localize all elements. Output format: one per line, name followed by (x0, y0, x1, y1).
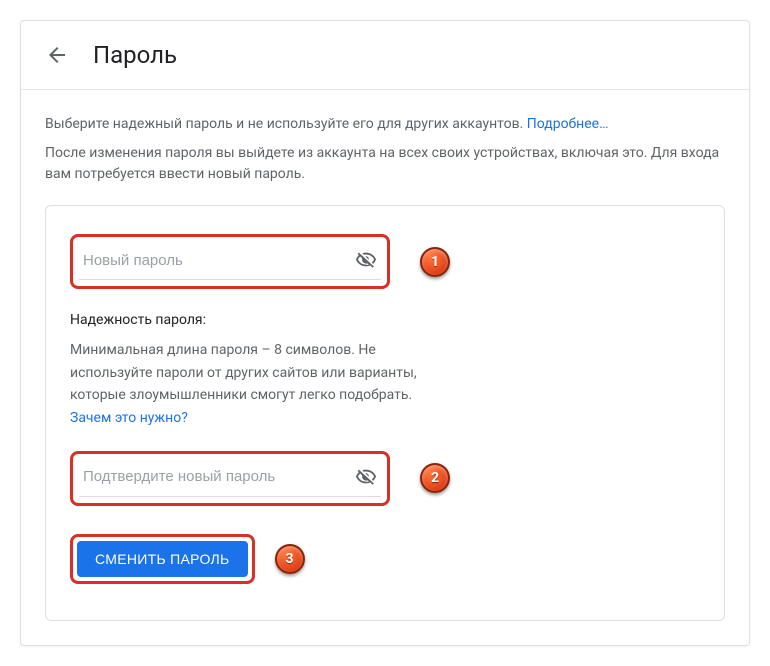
description-line-2: После изменения пароля вы выйдете из акк… (45, 143, 725, 185)
confirm-password-row: 2 (70, 451, 700, 506)
password-page: Пароль Выберите надежный пароль и не исп… (20, 20, 750, 646)
submit-row: СМЕНИТЬ ПАРОЛЬ 3 (70, 534, 700, 584)
submit-button-highlight: СМЕНИТЬ ПАРОЛЬ (70, 534, 255, 584)
new-password-field (79, 243, 381, 280)
callout-marker-1: 1 (420, 247, 450, 277)
page-title: Пароль (93, 41, 177, 69)
change-password-button[interactable]: СМЕНИТЬ ПАРОЛЬ (77, 541, 248, 577)
description-line-1: Выберите надежный пароль и не используйт… (45, 114, 725, 135)
page-content: Выберите надежный пароль и не используйт… (21, 90, 749, 645)
visibility-off-icon[interactable] (355, 466, 377, 488)
confirm-password-highlight (70, 451, 390, 506)
why-needed-link[interactable]: Зачем это нужно? (70, 410, 188, 426)
callout-marker-2: 2 (420, 463, 450, 493)
password-strength-block: Надежность пароля: Минимальная длина пар… (70, 309, 430, 429)
strength-description: Минимальная длина пароля – 8 символов. Н… (70, 339, 430, 429)
strength-title: Надежность пароля: (70, 309, 430, 331)
confirm-password-field (79, 460, 381, 497)
callout-marker-3: 3 (275, 544, 305, 574)
new-password-row: 1 (70, 234, 700, 289)
back-arrow-icon[interactable] (45, 43, 69, 67)
password-form-card: 1 Надежность пароля: Минимальная длина п… (45, 205, 725, 621)
description-text-1: Выберите надежный пароль и не используйт… (45, 116, 523, 132)
visibility-off-icon[interactable] (355, 249, 377, 271)
strength-text-content: Минимальная длина пароля – 8 символов. Н… (70, 342, 417, 403)
learn-more-link[interactable]: Подробнее… (527, 116, 609, 132)
confirm-password-input[interactable] (83, 468, 355, 485)
new-password-input[interactable] (83, 252, 355, 269)
new-password-highlight (70, 234, 390, 289)
page-header: Пароль (21, 21, 749, 90)
